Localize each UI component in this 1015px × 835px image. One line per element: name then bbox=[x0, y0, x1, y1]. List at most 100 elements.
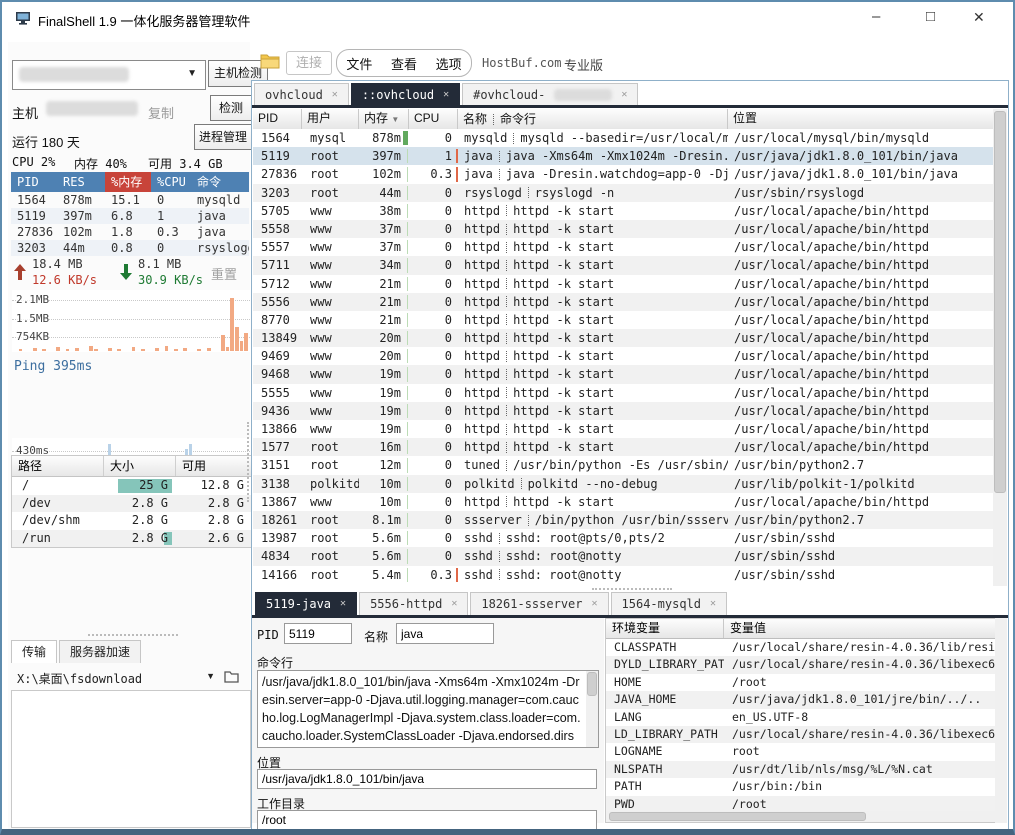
tab-close-icon[interactable]: ✕ bbox=[710, 593, 716, 615]
col-cpu[interactable]: CPU bbox=[409, 109, 458, 129]
process-row[interactable]: 5711www34m0httpdhttpd -k start/usr/local… bbox=[253, 256, 993, 274]
process-row[interactable]: 3138polkitd10m0polkitdpolkitd --no-debug… bbox=[253, 475, 993, 493]
menu-item-选项[interactable]: 选项 bbox=[436, 54, 462, 73]
process-row[interactable]: 13987root5.6m0sshdsshd: root@pts/0,pts/2… bbox=[253, 529, 993, 547]
tab-close-icon[interactable]: ✕ bbox=[340, 593, 346, 615]
tab-close-icon[interactable]: ✕ bbox=[592, 593, 598, 615]
process-row[interactable]: 5705www38m0httpdhttpd -k start/usr/local… bbox=[253, 202, 993, 220]
env-row[interactable]: CLASSPATH/usr/local/share/resin-4.0.36/l… bbox=[606, 639, 996, 656]
host-combobox[interactable]: ▼ bbox=[12, 60, 206, 90]
disk-row[interactable]: /25 G12.8 G bbox=[12, 477, 252, 495]
process-row[interactable]: 3203root44m0rsyslogdrsyslogd -n/usr/sbin… bbox=[253, 184, 993, 202]
mini-table-row[interactable]: 5119397m6.81java bbox=[11, 208, 249, 224]
download-path-bar[interactable]: X:\桌面\fsdownload ▼ bbox=[11, 666, 249, 688]
connect-button[interactable]: 连接 bbox=[286, 51, 332, 75]
process-row[interactable]: 5557www37m0httpdhttpd -k start/usr/local… bbox=[253, 238, 993, 256]
check-button[interactable]: 检测 bbox=[210, 95, 252, 121]
env-row[interactable]: LD_LIBRARY_PATH/usr/local/share/resin-4.… bbox=[606, 726, 996, 743]
session-tab[interactable]: ovhcloud✕ bbox=[254, 83, 349, 106]
env-vscrollbar[interactable] bbox=[995, 618, 1007, 823]
tab-close-icon[interactable]: ✕ bbox=[451, 593, 457, 615]
process-row[interactable]: 5712www21m0httpdhttpd -k start/usr/local… bbox=[253, 275, 993, 293]
process-row[interactable]: 5555www19m0httpdhttpd -k start/usr/local… bbox=[253, 384, 993, 402]
mini-table-row[interactable]: 27836102m1.80.3java bbox=[11, 224, 249, 240]
env-row[interactable]: HOME/root bbox=[606, 674, 996, 691]
process-row[interactable]: 13866www19m0httpdhttpd -k start/usr/loca… bbox=[253, 420, 993, 438]
env-row[interactable]: NLSPATH/usr/dt/lib/nls/msg/%L/%N.cat bbox=[606, 761, 996, 778]
disk-row[interactable]: /dev2.8 G2.8 G bbox=[12, 495, 252, 513]
path-dropdown-icon[interactable]: ▼ bbox=[206, 671, 215, 681]
process-row[interactable]: 8770www21m0httpdhttpd -k start/usr/local… bbox=[253, 311, 993, 329]
env-row[interactable]: JAVA_HOME/usr/java/jdk1.8.0_101/jre/bin/… bbox=[606, 691, 996, 708]
transfer-list-area[interactable] bbox=[11, 690, 251, 828]
env-hscrollbar[interactable] bbox=[606, 811, 996, 822]
detail-tab-18261-ssserver[interactable]: 18261-ssserver✕ bbox=[470, 592, 608, 615]
process-row[interactable]: 9468www19m0httpdhttpd -k start/usr/local… bbox=[253, 365, 993, 383]
menu-item-查看[interactable]: 查看 bbox=[391, 54, 417, 73]
close-button[interactable]: ✕ bbox=[973, 9, 985, 26]
col-pid[interactable]: PID bbox=[253, 109, 302, 129]
session-tab[interactable]: ::ovhcloud✕ bbox=[351, 83, 460, 106]
maximize-button[interactable]: □ bbox=[926, 8, 935, 25]
sidebar-splitter-handle[interactable] bbox=[88, 634, 178, 636]
pro-version-link[interactable]: 专业版 bbox=[564, 55, 603, 74]
col-mem[interactable]: 内存 ▼ bbox=[359, 109, 409, 129]
disk-row[interactable]: /dev/shm2.8 G2.8 G bbox=[12, 512, 252, 530]
detail-tab-1564-mysqld[interactable]: 1564-mysqld✕ bbox=[611, 592, 728, 615]
panel-splitter-handle[interactable] bbox=[247, 422, 249, 502]
process-row[interactable]: 1564mysql878m0mysqldmysqld --basedir=/us… bbox=[253, 129, 993, 147]
name-field[interactable] bbox=[396, 623, 494, 644]
cmd-box[interactable]: /usr/java/jdk1.8.0_101/bin/java -Xms64m … bbox=[257, 670, 599, 748]
col-location[interactable]: 位置 bbox=[728, 109, 993, 129]
minimize-button[interactable]: – bbox=[872, 8, 880, 25]
env-row[interactable]: LOGNAMEroot bbox=[606, 743, 996, 760]
process-manager-button[interactable]: 进程管理 bbox=[194, 124, 252, 150]
process-row[interactable]: 13849www20m0httpdhttpd -k start/usr/loca… bbox=[253, 329, 993, 347]
download-path[interactable]: X:\桌面\fsdownload bbox=[17, 670, 142, 687]
process-row[interactable]: 13867www10m0httpdhttpd -k start/usr/loca… bbox=[253, 493, 993, 511]
process-row[interactable]: 5556www21m0httpdhttpd -k start/usr/local… bbox=[253, 293, 993, 311]
cmd-vscrollbar[interactable] bbox=[586, 671, 598, 747]
pid-field[interactable] bbox=[284, 623, 352, 644]
disk-row[interactable]: /run2.8 G2.6 G bbox=[12, 530, 252, 548]
process-row[interactable]: 5558www37m0httpdhttpd -k start/usr/local… bbox=[253, 220, 993, 238]
env-row[interactable]: PATH/usr/bin:/bin bbox=[606, 778, 996, 795]
folder-icon[interactable] bbox=[260, 53, 280, 69]
menu-item-文件[interactable]: 文件 bbox=[346, 54, 372, 73]
transfer-tab-服务器加速[interactable]: 服务器加速 bbox=[59, 640, 141, 663]
col-user[interactable]: 用户 bbox=[302, 109, 359, 129]
tab-close-icon[interactable]: ✕ bbox=[621, 84, 627, 106]
env-col-name[interactable]: 环境变量 bbox=[606, 619, 724, 638]
col-name-cmd[interactable]: 名称命令行 bbox=[458, 109, 728, 129]
cwd-field[interactable] bbox=[257, 810, 597, 830]
copy-link[interactable]: 复制 bbox=[148, 103, 174, 122]
env-row[interactable]: DYLD_LIBRARY_PATH/usr/local/share/resin-… bbox=[606, 656, 996, 673]
process-row[interactable]: 14166root5.4m0.3sshdsshd: root@notty/usr… bbox=[253, 566, 993, 584]
process-row[interactable]: 1577root16m0httpdhttpd -k start/usr/loca… bbox=[253, 438, 993, 456]
process-row[interactable]: 4834root5.6m0sshdsshd: root@notty/usr/sb… bbox=[253, 547, 993, 565]
combobox-arrow-icon[interactable]: ▼ bbox=[187, 68, 197, 79]
tab-close-icon[interactable]: ✕ bbox=[332, 84, 338, 106]
mini-table-row[interactable]: 320344m0.80rsyslogd bbox=[11, 240, 249, 256]
process-row[interactable]: 27836root102m0.3javajava -Dresin.watchdo… bbox=[253, 165, 993, 183]
hostbuf-link[interactable]: HostBuf.com bbox=[482, 56, 561, 70]
open-folder-icon[interactable] bbox=[224, 670, 239, 683]
transfer-tab-传输[interactable]: 传输 bbox=[11, 640, 57, 663]
vscroll-thumb[interactable] bbox=[994, 111, 1006, 493]
process-row[interactable]: 18261root8.1m0ssserver/bin/python /usr/b… bbox=[253, 511, 993, 529]
location-field[interactable] bbox=[257, 769, 597, 789]
bottom-splitter-handle[interactable] bbox=[592, 588, 672, 590]
detail-tab-5119-java[interactable]: 5119-java✕ bbox=[255, 592, 357, 615]
process-table-vscrollbar[interactable] bbox=[993, 109, 1007, 586]
detail-tab-5556-httpd[interactable]: 5556-httpd✕ bbox=[359, 592, 468, 615]
session-tab[interactable]: #ovhcloud-✕ bbox=[462, 83, 638, 106]
process-row[interactable]: 9436www19m0httpdhttpd -k start/usr/local… bbox=[253, 402, 993, 420]
process-row[interactable]: 5119root397m1javajava -Xms64m -Xmx1024m … bbox=[253, 147, 993, 165]
tab-close-icon[interactable]: ✕ bbox=[443, 84, 449, 106]
reset-button[interactable]: 重置 bbox=[211, 264, 237, 283]
process-row[interactable]: 3151root12m0tuned/usr/bin/python -Es /us… bbox=[253, 456, 993, 474]
env-col-value[interactable]: 变量值 bbox=[724, 619, 996, 638]
process-row[interactable]: 9469www20m0httpdhttpd -k start/usr/local… bbox=[253, 347, 993, 365]
mini-table-row[interactable]: 1564878m15.10mysqld bbox=[11, 192, 249, 208]
env-row[interactable]: LANGen_US.UTF-8 bbox=[606, 709, 996, 726]
